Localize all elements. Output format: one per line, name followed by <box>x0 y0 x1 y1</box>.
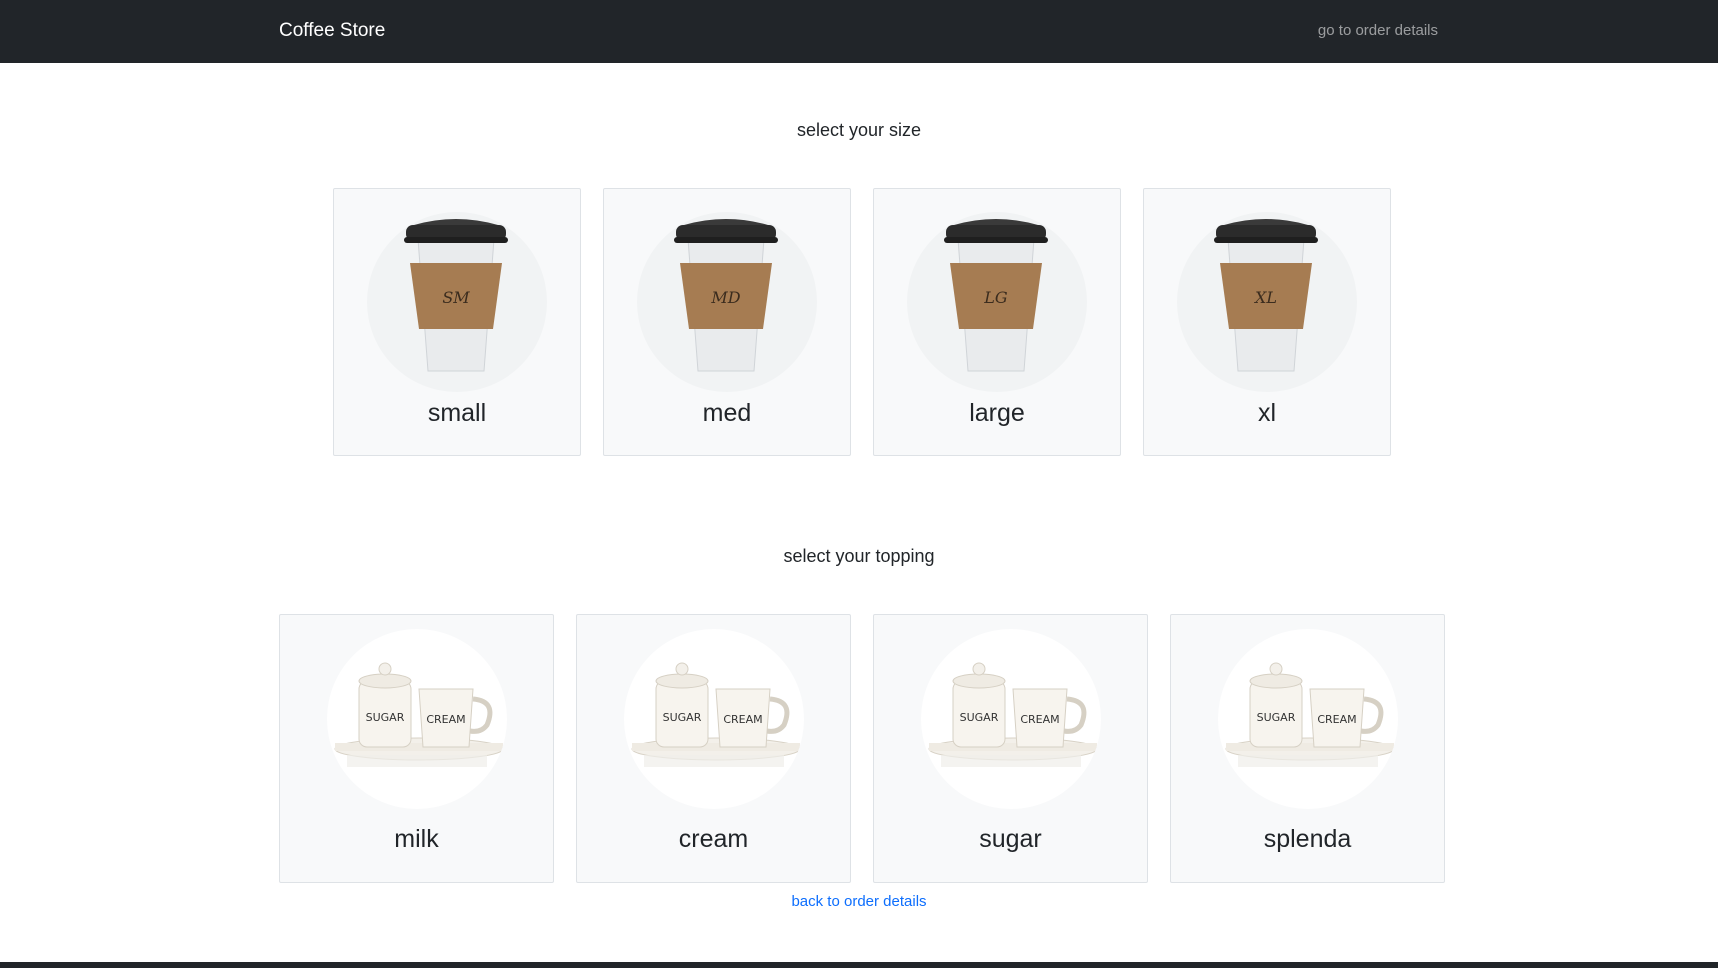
size-card-small[interactable]: SM small <box>333 188 581 456</box>
topping-label: sugar <box>979 825 1042 853</box>
footer-bar <box>0 962 1718 968</box>
topping-label: milk <box>394 825 439 853</box>
cup-size-text: LG <box>983 288 1008 307</box>
sugar-cream-set-icon: SUGAR CREAM <box>327 629 507 809</box>
topping-card-splenda[interactable]: SUGAR CREAM splenda <box>1170 614 1445 883</box>
topping-card-milk[interactable]: SUGAR CREAM milk <box>279 614 554 883</box>
svg-text:CREAM: CREAM <box>723 713 762 726</box>
size-label: xl <box>1257 399 1277 427</box>
size-card-large[interactable]: LG large <box>873 188 1121 456</box>
back-to-order-details-link[interactable]: back to order details <box>0 893 1718 910</box>
top-navbar: Coffee Store go to order details <box>0 0 1718 63</box>
coffee-cup-icon: MD <box>673 218 779 372</box>
topping-card-cream[interactable]: SUGAR CREAM cream <box>576 614 851 883</box>
coffee-cup-icon: XL <box>1213 218 1319 372</box>
size-label: large <box>969 399 1025 427</box>
coffee-cup-icon: SM <box>403 218 509 372</box>
sugar-cream-set-icon: SUGAR CREAM <box>921 629 1101 809</box>
coffee-cup-icon: LG <box>943 218 1049 372</box>
topping-label: cream <box>678 825 749 853</box>
size-card-med[interactable]: MD med <box>603 188 851 456</box>
topping-label: splenda <box>1263 825 1352 853</box>
topping-section-title: select your topping <box>783 546 935 566</box>
topping-card-sugar[interactable]: SUGAR CREAM sugar <box>873 614 1148 883</box>
size-card-xl[interactable]: XL xl <box>1143 188 1391 456</box>
svg-text:SUGAR: SUGAR <box>366 711 405 724</box>
svg-text:CREAM: CREAM <box>426 713 465 726</box>
topping-image-frame: SUGAR CREAM <box>921 629 1101 809</box>
cup-size-text: XL <box>1253 288 1277 307</box>
sugar-cream-set-icon: SUGAR CREAM <box>624 629 804 809</box>
topping-image-frame: SUGAR CREAM <box>1218 629 1398 809</box>
svg-text:SUGAR: SUGAR <box>1257 711 1296 724</box>
size-section-title: select your size <box>796 120 922 140</box>
svg-text:CREAM: CREAM <box>1020 713 1059 726</box>
svg-text:SUGAR: SUGAR <box>663 711 702 724</box>
order-details-link[interactable]: go to order details <box>1318 22 1438 39</box>
brand-link[interactable]: Coffee Store <box>279 20 385 42</box>
size-label: small <box>427 399 487 427</box>
svg-text:CREAM: CREAM <box>1317 713 1356 726</box>
sugar-cream-set-icon: SUGAR CREAM <box>1218 629 1398 809</box>
size-label: med <box>702 399 752 427</box>
cup-size-text: MD <box>710 288 740 307</box>
topping-image-frame: SUGAR CREAM <box>624 629 804 809</box>
topping-image-frame: SUGAR CREAM <box>327 629 507 809</box>
svg-text:SUGAR: SUGAR <box>960 711 999 724</box>
cup-size-text: SM <box>442 288 470 307</box>
